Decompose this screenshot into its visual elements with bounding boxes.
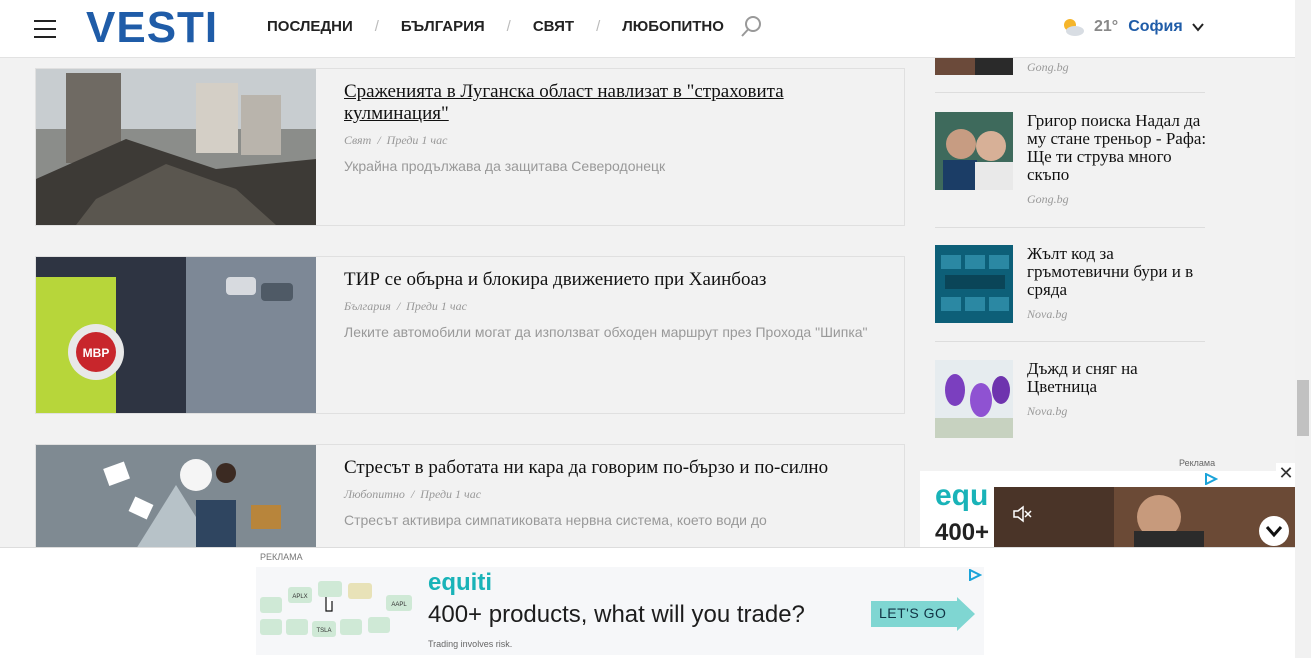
ad-headline: 400+ products, what will you trade? — [428, 601, 805, 628]
ad-label: Реклама — [1179, 458, 1216, 468]
menu-icon[interactable] — [34, 20, 56, 38]
article-time: Преди 1 час — [386, 133, 448, 147]
article-time: Преди 1 час — [420, 487, 482, 501]
sidebar-thumbnail[interactable] — [935, 245, 1013, 323]
ticker-label: TSLA — [316, 628, 331, 634]
main-nav: ПОСЛЕДНИ / БЪЛГАРИЯ / СВЯТ / ЛЮБОПИТНО — [267, 18, 724, 35]
close-ad-button[interactable]: ✕ — [1276, 463, 1296, 483]
article-description: Леките автомобили могат да използват обх… — [344, 324, 868, 340]
sidebar-news-item[interactable]: Дъжд и сняг на Цветница Nova.bg — [935, 360, 1205, 440]
chevron-down-icon[interactable] — [1191, 20, 1205, 34]
bottom-ad-banner[interactable]: APLX AAPL TSLA equiti 400+ products, wha… — [256, 567, 984, 655]
article-category[interactable]: Любопитно — [344, 487, 405, 501]
weather-widget[interactable]: 21° София — [1060, 16, 1205, 38]
video-player[interactable] — [994, 487, 1295, 547]
sidebar-thumbnail[interactable] — [935, 360, 1013, 438]
ad-label: РЕКЛАМА — [260, 552, 303, 562]
article-category[interactable]: България — [344, 299, 391, 313]
sidebar-news-item[interactable]: Жълт код за гръмотевични бури и в сряда … — [935, 245, 1205, 342]
nav-separator: / — [374, 18, 379, 35]
bottom-ad-container: РЕКЛАМА APLX AAPL TSLA equiti 400+ produ… — [0, 547, 1295, 658]
article-meta: Любопитно / Преди 1 час — [344, 487, 482, 501]
sidebar-source: Nova.bg — [1027, 307, 1068, 321]
sidebar-title[interactable]: Дъжд и сняг на Цветница — [1027, 360, 1207, 396]
sidebar-source: Nova.bg — [1027, 404, 1068, 418]
sidebar-source: Gong.bg — [1027, 60, 1069, 74]
ticker-label: AAPL — [391, 602, 407, 608]
article-thumbnail[interactable]: МВР — [36, 257, 316, 413]
ad-disclaimer: Trading involves risk. — [428, 639, 513, 649]
article-category[interactable]: Свят — [344, 133, 371, 147]
sidebar-title[interactable]: Григор поиска Надал да му стане треньор … — [1027, 112, 1207, 184]
ad-brand: equ — [935, 479, 989, 512]
mute-icon[interactable] — [1012, 505, 1032, 523]
sidebar-news-item[interactable]: Gong.bg — [935, 38, 1205, 93]
nav-item-curious[interactable]: ЛЮБОПИТНО — [622, 18, 724, 35]
nav-item-world[interactable]: СВЯТ — [533, 18, 574, 35]
collapse-chevron-icon[interactable] — [1258, 515, 1290, 547]
lets-go-button[interactable]: LET'S GO — [871, 597, 975, 631]
cta-label: LET'S GO — [879, 605, 947, 621]
ticker-label: APLX — [292, 594, 307, 600]
thumb-badge: МВР — [83, 346, 110, 360]
site-header: VESTI ПОСЛЕДНИ / БЪЛГАРИЯ / СВЯТ / ЛЮБОП… — [0, 0, 1295, 58]
nav-item-latest[interactable]: ПОСЛЕДНИ — [267, 18, 353, 35]
sidebar-news-item[interactable]: Григор поиска Надал да му стане треньор … — [935, 112, 1207, 228]
article-card[interactable]: МВР ТИР се обърна и блокира движението п… — [35, 256, 905, 414]
article-thumbnail[interactable] — [36, 69, 316, 225]
article-title[interactable]: ТИР се обърна и блокира движението при Х… — [344, 269, 884, 291]
nav-separator: / — [506, 18, 511, 35]
scrollbar-thumb[interactable] — [1297, 380, 1309, 436]
city-selector[interactable]: София — [1128, 18, 1183, 36]
sidebar-thumbnail[interactable] — [935, 112, 1013, 190]
article-card[interactable]: Сраженията в Луганска област навлизат в … — [35, 68, 905, 226]
scrollbar-track[interactable] — [1295, 0, 1311, 658]
nav-item-bulgaria[interactable]: БЪЛГАРИЯ — [401, 18, 485, 35]
article-title[interactable]: Стресът в работата ни кара да говорим по… — [344, 457, 884, 479]
partly-cloudy-icon — [1064, 19, 1084, 36]
article-title[interactable]: Сраженията в Луганска област навлизат в … — [344, 81, 884, 125]
temperature: 21° — [1094, 18, 1119, 35]
article-description: Украйна продължава да защитава Северодон… — [344, 158, 666, 174]
ad-products: 400+ — [935, 519, 990, 546]
article-meta: Свят / Преди 1 час — [344, 133, 448, 147]
article-time: Преди 1 час — [406, 299, 467, 313]
article-meta: България / Преди 1 час — [344, 299, 467, 313]
adchoices-icon[interactable] — [1204, 473, 1218, 485]
sidebar-source: Gong.bg — [1027, 192, 1069, 206]
adchoices-icon[interactable] — [968, 569, 982, 581]
ad-tickers-graphic: APLX AAPL TSLA — [260, 581, 412, 637]
site-logo[interactable]: VESTI — [86, 4, 218, 52]
sidebar-title[interactable]: Жълт код за гръмотевични бури и в сряда — [1027, 245, 1207, 299]
ad-brand: equiti — [428, 569, 492, 596]
search-icon[interactable] — [740, 15, 762, 39]
article-description: Стресът активира симпатиковата нервна си… — [344, 512, 767, 528]
nav-separator: / — [596, 18, 601, 35]
